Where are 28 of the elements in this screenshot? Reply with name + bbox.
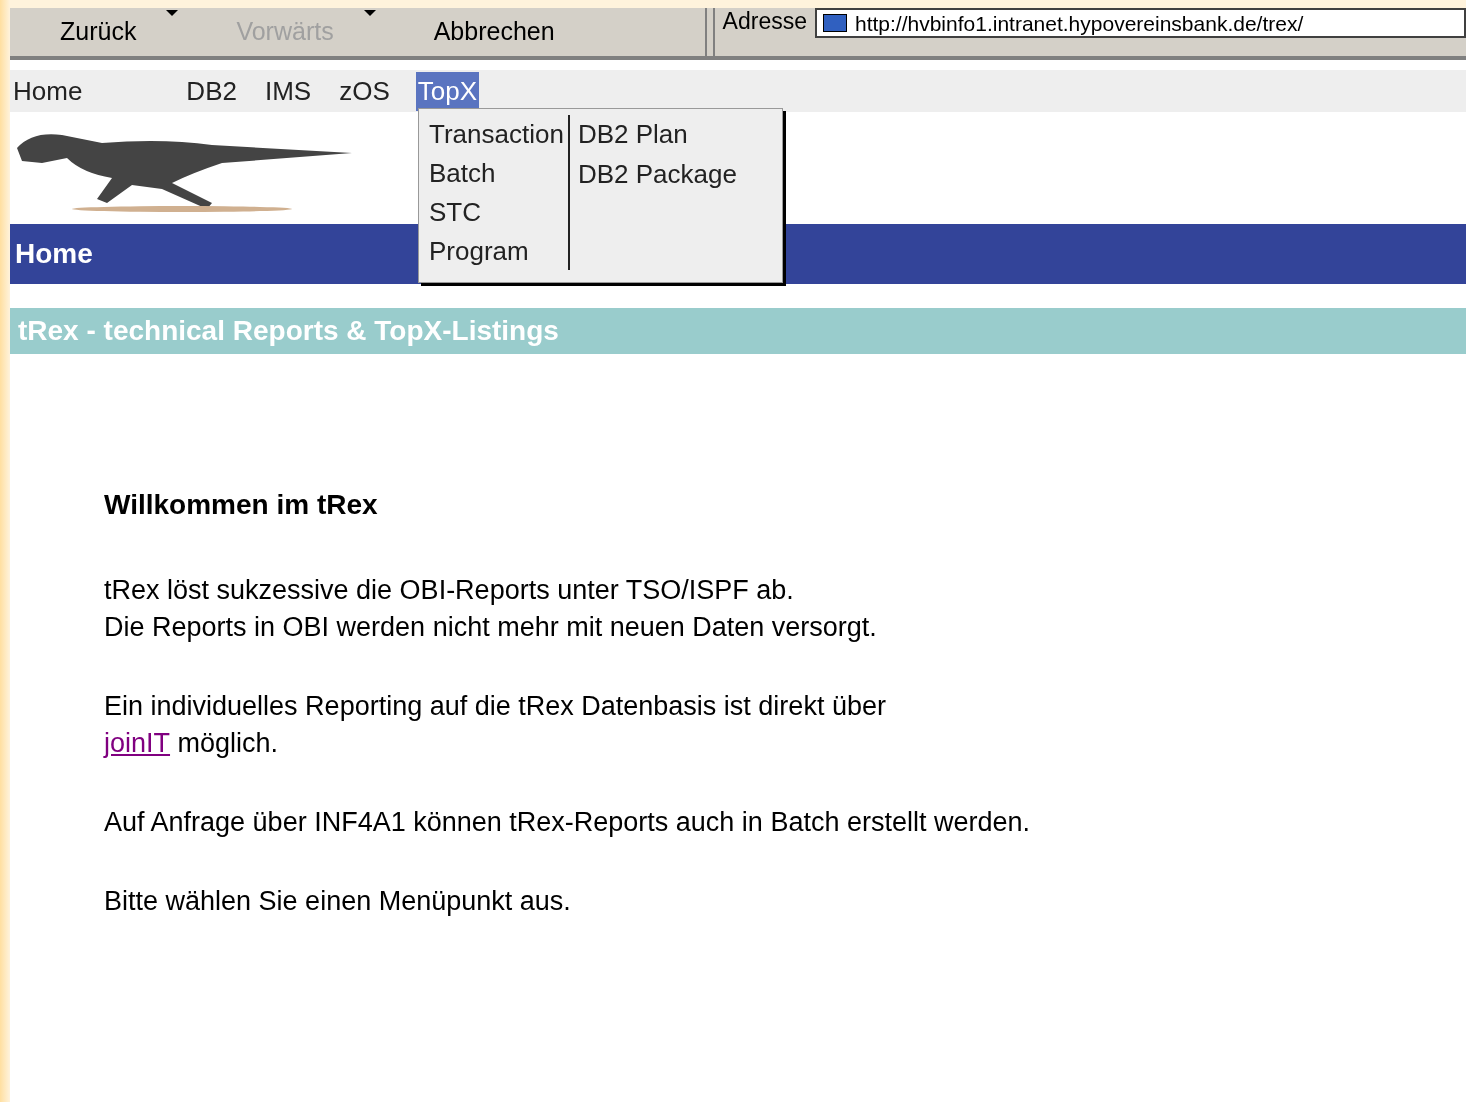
menu-item[interactable]: TopX: [415, 71, 479, 111]
address-field[interactable]: http://hvbinfo1.intranet.hypovereinsbank.de/trex/: [815, 8, 1466, 38]
welcome-heading: Willkommen im tRex: [104, 488, 379, 522]
dropdown-item[interactable]: DB2 Plan: [577, 115, 737, 155]
address-label: Adresse: [721, 10, 808, 33]
menu-item[interactable]: zOS: [337, 71, 392, 111]
menu-item[interactable]: DB2: [184, 71, 239, 111]
body-text: Auf Anfrage über INF4A1 können tRex-Reports auch in Batch erstellt werden.: [104, 806, 1030, 839]
toolbar-button[interactable]: Zurück: [10, 8, 187, 56]
dropdown-item[interactable]: Batch: [429, 154, 564, 193]
body-text: möglich.: [176, 727, 279, 760]
page-icon: [823, 14, 847, 32]
body-text: Ein individuelles Reporting auf die tRex Datenbasis ist direkt über: [104, 690, 886, 723]
menu-item[interactable]: IMS: [262, 71, 314, 111]
body-text: tRex löst sukzessive die OBI-Reports unter TSO/ISPF ab.: [104, 574, 794, 607]
page-title: Home: [15, 237, 93, 271]
joinit-link[interactable]: joinIT: [104, 725, 171, 762]
dropdown-item[interactable]: Transaction: [429, 115, 564, 154]
body-text: Die Reports in OBI werden nicht mehr mit neuen Daten versorgt.: [104, 611, 877, 644]
toolbar-button[interactable]: Abbrechen: [383, 8, 605, 56]
dropdown-item[interactable]: DB2 Package: [577, 154, 737, 194]
url-text: http://hvbinfo1.intranet.hypovereinsbank.de/trex/: [855, 12, 1304, 34]
menu-item[interactable]: Home: [11, 71, 85, 111]
body-text: Bitte wählen Sie einen Menüpunkt aus.: [104, 885, 571, 918]
dropdown-item[interactable]: STC: [429, 193, 564, 232]
subtitle: tRex - technical Reports & TopX-Listings: [18, 314, 559, 348]
dropdown-item[interactable]: Program: [429, 232, 564, 271]
caret-icon[interactable]: [166, 10, 179, 16]
